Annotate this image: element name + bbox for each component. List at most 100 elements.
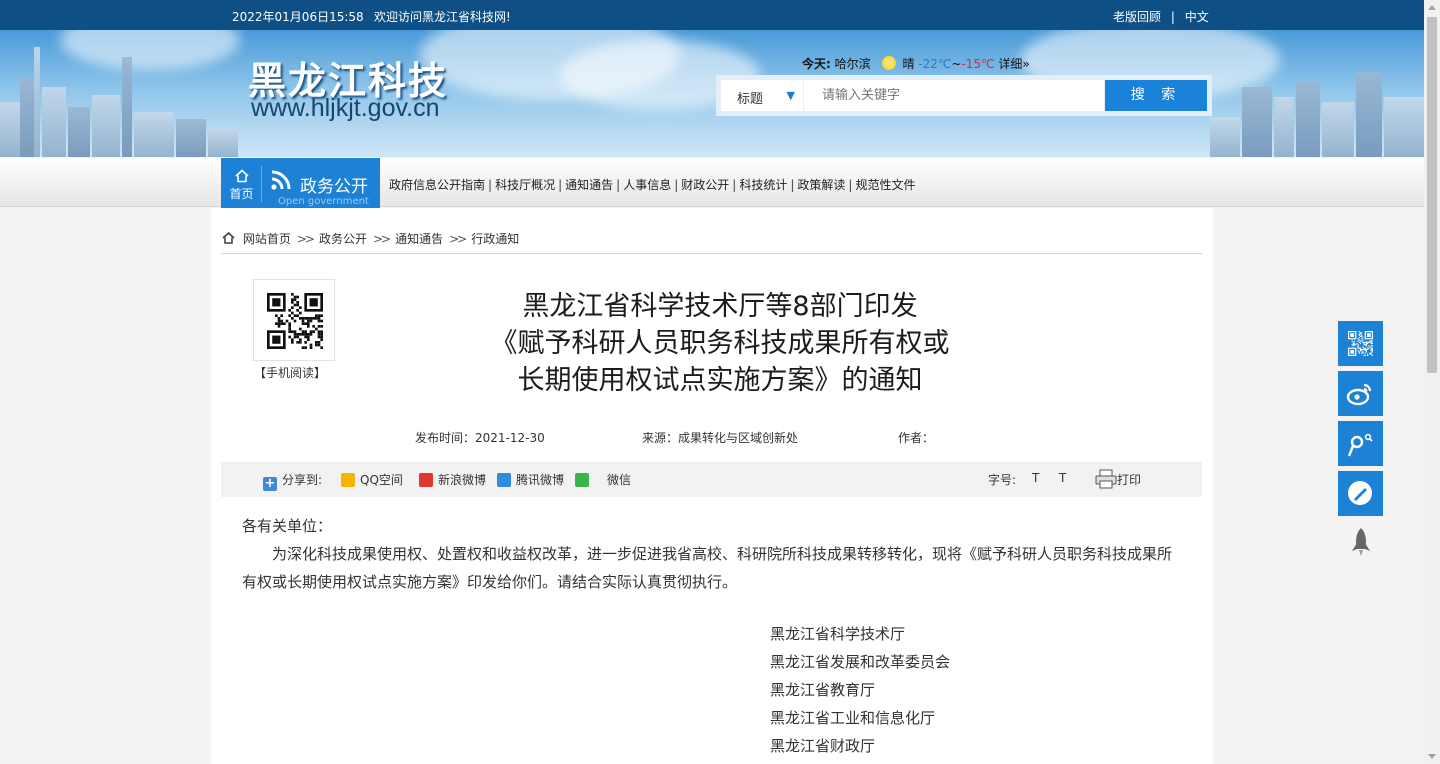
nav-separator: | bbox=[732, 178, 737, 192]
rocket-top-icon[interactable] bbox=[1348, 527, 1374, 557]
skyline-building bbox=[208, 127, 238, 157]
float-edit-button[interactable] bbox=[1338, 471, 1383, 516]
weather-city: 哈尔滨 bbox=[834, 57, 871, 71]
section-header[interactable]: 政务公开 Open government bbox=[262, 158, 380, 213]
nav-separator: | bbox=[616, 178, 621, 192]
skyline-building bbox=[68, 107, 90, 157]
share-sina-weibo[interactable]: 新浪微博 bbox=[419, 471, 486, 488]
breadcrumb-gov[interactable]: 政务公开 bbox=[319, 232, 367, 246]
scroll-down-arrow-icon[interactable] bbox=[1428, 754, 1436, 759]
breadcrumb-home[interactable]: 网站首页 bbox=[243, 232, 291, 246]
skyline-building bbox=[134, 112, 174, 157]
article-body: 各有关单位： 为深化科技成果使用权、处置权和收益权改革，进一步促进我省高校、科研… bbox=[242, 512, 1178, 596]
mobile-read-label: 【手机阅读】 bbox=[254, 366, 327, 380]
scroll-up-arrow-icon[interactable] bbox=[1428, 5, 1436, 10]
skyline-building bbox=[0, 102, 20, 157]
sina-weibo-icon bbox=[419, 473, 433, 487]
article-title-line: 长期使用权试点实施方案》的通知 bbox=[517, 365, 923, 396]
nav-separator: | bbox=[558, 178, 563, 192]
search-category-select[interactable]: 标题 ▼ bbox=[721, 80, 803, 111]
current-datetime: 2022年01月06日15:58 bbox=[232, 10, 364, 24]
weather-detail-link[interactable]: 详细» bbox=[998, 57, 1029, 71]
top-links: 老版回顾 | 中文 bbox=[1113, 8, 1209, 25]
skyline-building bbox=[1322, 102, 1354, 157]
float-tencent-weibo-button[interactable] bbox=[1338, 421, 1383, 466]
nav-link-policy[interactable]: 政策解读 bbox=[797, 178, 845, 192]
breadcrumb-admin-notice[interactable]: 行政通知 bbox=[471, 232, 519, 246]
search-input[interactable] bbox=[804, 80, 1104, 111]
signer-item: 黑龙江省教育厅 bbox=[770, 681, 876, 699]
rss-icon bbox=[271, 170, 291, 190]
font-size-label: 字号: bbox=[988, 473, 1017, 487]
float-weibo-button[interactable] bbox=[1338, 371, 1383, 416]
old-version-link[interactable]: 老版回顾 bbox=[1113, 10, 1161, 24]
article-title-line: 《赋予科研人员职务科技成果所有权或 bbox=[490, 328, 950, 359]
nav-link-personnel[interactable]: 人事信息 bbox=[623, 178, 671, 192]
font-large-button[interactable]: T bbox=[1059, 471, 1066, 485]
skyline-building bbox=[1242, 87, 1272, 157]
skyline-building bbox=[20, 77, 34, 157]
article-title-line: 黑龙江省科学技术厅等8部门印发 bbox=[522, 291, 918, 322]
nav-link-overview[interactable]: 科技厅概况 bbox=[495, 178, 555, 192]
search-button[interactable]: 搜 索 bbox=[1105, 80, 1207, 111]
home-button[interactable]: 首页 bbox=[221, 158, 262, 213]
search-category-value: 标题 bbox=[737, 92, 764, 107]
breadcrumb-notices[interactable]: 通知通告 bbox=[395, 232, 443, 246]
print-button[interactable]: 打印 bbox=[1095, 469, 1141, 489]
nav-link-finance[interactable]: 财政公开 bbox=[681, 178, 729, 192]
nav-separator: | bbox=[488, 178, 493, 192]
skyline-building bbox=[92, 95, 120, 157]
skyline-building bbox=[1296, 82, 1320, 157]
font-small-button[interactable]: T bbox=[1032, 471, 1039, 485]
main-nav: 首页 政务公开 Open government 政府信息公开指南 | 科技厅概况 | 通… bbox=[0, 158, 1424, 213]
nav-link-guide[interactable]: 政府信息公开指南 bbox=[389, 178, 485, 192]
skyline-tower bbox=[122, 57, 132, 157]
top-separator: | bbox=[1170, 10, 1175, 24]
page-scrollbar[interactable] bbox=[1424, 0, 1440, 764]
signer-item: 黑龙江省工业和信息化厅 bbox=[770, 709, 936, 727]
print-label: 打印 bbox=[1117, 473, 1142, 487]
scrollbar-thumb[interactable] bbox=[1427, 17, 1437, 373]
section-title: 政务公开 bbox=[300, 177, 368, 197]
article-author: 作者： bbox=[898, 431, 935, 445]
language-link[interactable]: 中文 bbox=[1185, 10, 1209, 24]
share-qzone-label: QQ空间 bbox=[360, 473, 403, 487]
article-source: 来源：成果转化与区域创新处 bbox=[642, 431, 799, 445]
nav-separator: | bbox=[674, 178, 679, 192]
share-label: + 分享到: bbox=[263, 471, 322, 491]
search-bar: 标题 ▼ 搜 索 bbox=[716, 75, 1212, 116]
qr-code-icon bbox=[267, 293, 323, 349]
skyline-building bbox=[1384, 97, 1424, 157]
nav-separator: | bbox=[848, 178, 853, 192]
float-qr-button[interactable] bbox=[1338, 321, 1383, 366]
share-tencent-weibo[interactable]: 腾讯微博 bbox=[497, 471, 564, 488]
wechat-icon bbox=[575, 473, 589, 487]
breadcrumb: 网站首页 >> 政务公开 >> 通知通告 >> 行政通知 bbox=[222, 230, 519, 247]
home-icon bbox=[222, 231, 235, 244]
weather-condition: 晴 bbox=[902, 57, 915, 71]
weather-widget: 今天: 哈尔滨 晴 -22℃~-15℃ 详细» bbox=[802, 55, 1030, 72]
signer-item: 黑龙江省发展和改革委员会 bbox=[770, 653, 951, 671]
welcome-text: 欢迎访问黑龙江省科技网! bbox=[374, 10, 511, 24]
share-qzone[interactable]: QQ空间 bbox=[341, 471, 403, 488]
breadcrumb-separator: >> bbox=[449, 232, 467, 246]
signer-item: 黑龙江省财政厅 bbox=[770, 737, 876, 755]
home-label: 首页 bbox=[229, 187, 254, 201]
mobile-qr-code bbox=[253, 279, 335, 361]
article-paragraph: 为深化科技成果使用权、处置权和收益权改革，进一步促进我省高校、科研院所科技成果转… bbox=[242, 545, 1173, 591]
nav-link-notices[interactable]: 通知通告 bbox=[565, 178, 613, 192]
header-banner: 黑龙江科技 www.hljkjt.gov.cn 今天: 哈尔滨 晴 -22℃~-… bbox=[0, 30, 1424, 157]
article-greeting: 各有关单位： bbox=[242, 517, 333, 535]
home-icon bbox=[234, 169, 249, 183]
skyline-building bbox=[42, 87, 66, 157]
tencent-weibo-icon bbox=[1347, 433, 1373, 457]
share-label-text: 分享到: bbox=[282, 473, 323, 487]
weather-tilde: ~ bbox=[951, 57, 962, 71]
tencent-weibo-icon bbox=[497, 473, 511, 487]
skyline-building bbox=[1210, 117, 1240, 157]
breadcrumb-separator: >> bbox=[372, 232, 391, 246]
share-wechat[interactable]: 微信 bbox=[575, 471, 631, 488]
plus-icon: + bbox=[263, 476, 277, 491]
nav-link-regulations[interactable]: 规范性文件 bbox=[855, 178, 915, 192]
nav-link-statistics[interactable]: 科技统计 bbox=[739, 178, 787, 192]
